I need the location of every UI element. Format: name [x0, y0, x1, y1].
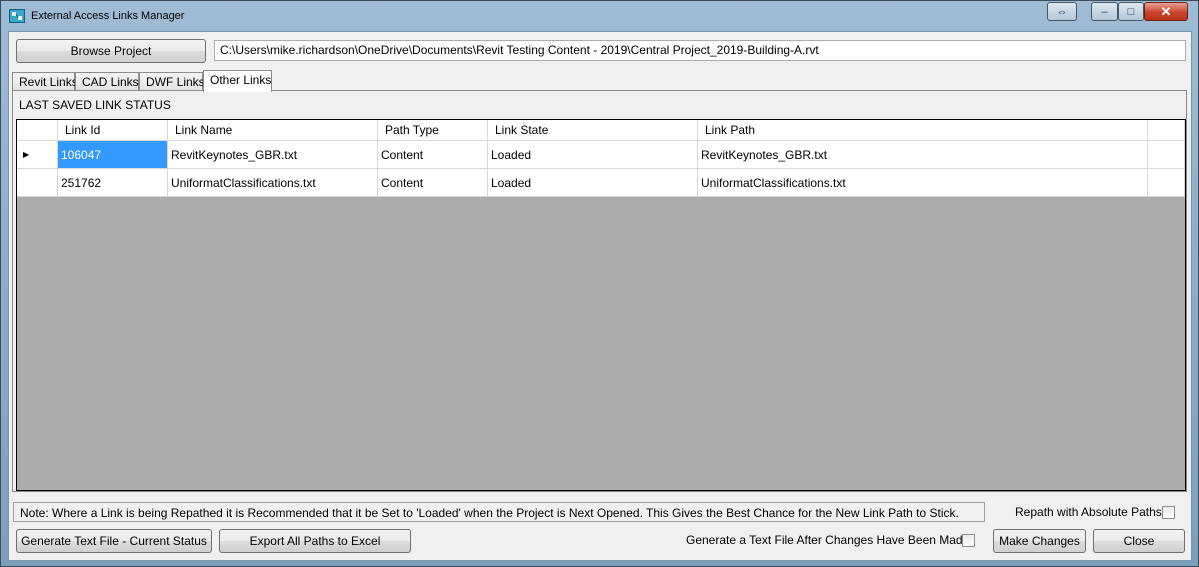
table-cell-link-id[interactable]: 251762 [58, 169, 168, 197]
close-button[interactable]: Close [1093, 529, 1185, 553]
tab-cad-links[interactable]: CAD Links [75, 72, 139, 91]
export-paths-excel-button[interactable]: Export All Paths to Excel [219, 529, 411, 553]
table-cell-link-path[interactable]: RevitKeynotes_GBR.txt [698, 141, 1148, 169]
tab-dwf-links[interactable]: DWF Links [139, 72, 205, 91]
generate-text-file-button[interactable]: Generate Text File - Current Status [16, 529, 212, 553]
current-row-arrow-icon: ▶ [23, 150, 30, 159]
make-changes-button[interactable]: Make Changes [993, 529, 1086, 553]
repath-absolute-label: Repath with Absolute Paths [1015, 505, 1162, 519]
window-title: External Access Links Manager [31, 10, 185, 22]
close-window-button[interactable]: ✕ [1144, 2, 1188, 21]
status-heading: LAST SAVED LINK STATUS [19, 98, 171, 112]
column-header-path-type[interactable]: Path Type [378, 120, 488, 141]
other-links-panel: LAST SAVED LINK STATUS Link Id Link Name… [12, 90, 1187, 492]
column-header-link-id[interactable]: Link Id [58, 120, 168, 141]
column-header-link-state[interactable]: Link State [488, 120, 698, 141]
minimize-icon: – [1101, 5, 1108, 18]
table-cell-path-type[interactable]: Content [378, 169, 488, 197]
column-header-filler [1148, 120, 1185, 141]
table-cell-link-state[interactable]: Loaded [488, 141, 698, 169]
grid-corner-header [17, 120, 58, 141]
table-cell-link-state[interactable]: Loaded [488, 169, 698, 197]
repath-note: Note: Where a Link is being Repathed it … [13, 502, 985, 522]
table-cell-link-id[interactable]: 106047 [58, 141, 168, 169]
browse-project-button[interactable]: Browse Project [16, 39, 206, 63]
column-header-link-name[interactable]: Link Name [168, 120, 378, 141]
app-window: External Access Links Manager ⇔ – □ ✕ Br… [0, 0, 1199, 567]
minimize-button[interactable]: – [1091, 2, 1118, 21]
table-cell-link-path[interactable]: UniformatClassifications.txt [698, 169, 1148, 197]
column-header-link-path[interactable]: Link Path [698, 120, 1148, 141]
dialog-client-area: Browse Project C:\Users\mike.richardson\… [8, 31, 1192, 561]
links-grid[interactable]: Link Id Link Name Path Type Link State L… [16, 119, 1186, 491]
double-arrow-icon: ⇔ [1056, 5, 1068, 18]
title-bar[interactable]: External Access Links Manager ⇔ – □ ✕ [1, 1, 1198, 31]
app-window-icon [9, 9, 25, 23]
close-icon: ✕ [1160, 3, 1172, 19]
table-cell-path-type[interactable]: Content [378, 141, 488, 169]
repath-absolute-checkbox[interactable] [1162, 506, 1175, 519]
generate-after-changes-label: Generate a Text File After Changes Have … [686, 533, 970, 547]
maximize-icon: □ [1127, 5, 1135, 18]
tab-other-links[interactable]: Other Links [203, 70, 272, 92]
row-header[interactable] [17, 169, 58, 197]
project-path-field[interactable]: C:\Users\mike.richardson\OneDrive\Docume… [214, 40, 1186, 61]
row-header[interactable]: ▶ [17, 141, 58, 169]
restore-size-button[interactable]: ⇔ [1047, 2, 1077, 21]
generate-after-changes-checkbox[interactable] [962, 534, 975, 547]
table-cell-filler [1148, 169, 1185, 197]
table-cell-link-name[interactable]: RevitKeynotes_GBR.txt [168, 141, 378, 169]
maximize-button[interactable]: □ [1118, 2, 1144, 21]
table-cell-link-name[interactable]: UniformatClassifications.txt [168, 169, 378, 197]
tab-revit-links[interactable]: Revit Links [12, 72, 78, 91]
table-cell-filler [1148, 141, 1185, 169]
